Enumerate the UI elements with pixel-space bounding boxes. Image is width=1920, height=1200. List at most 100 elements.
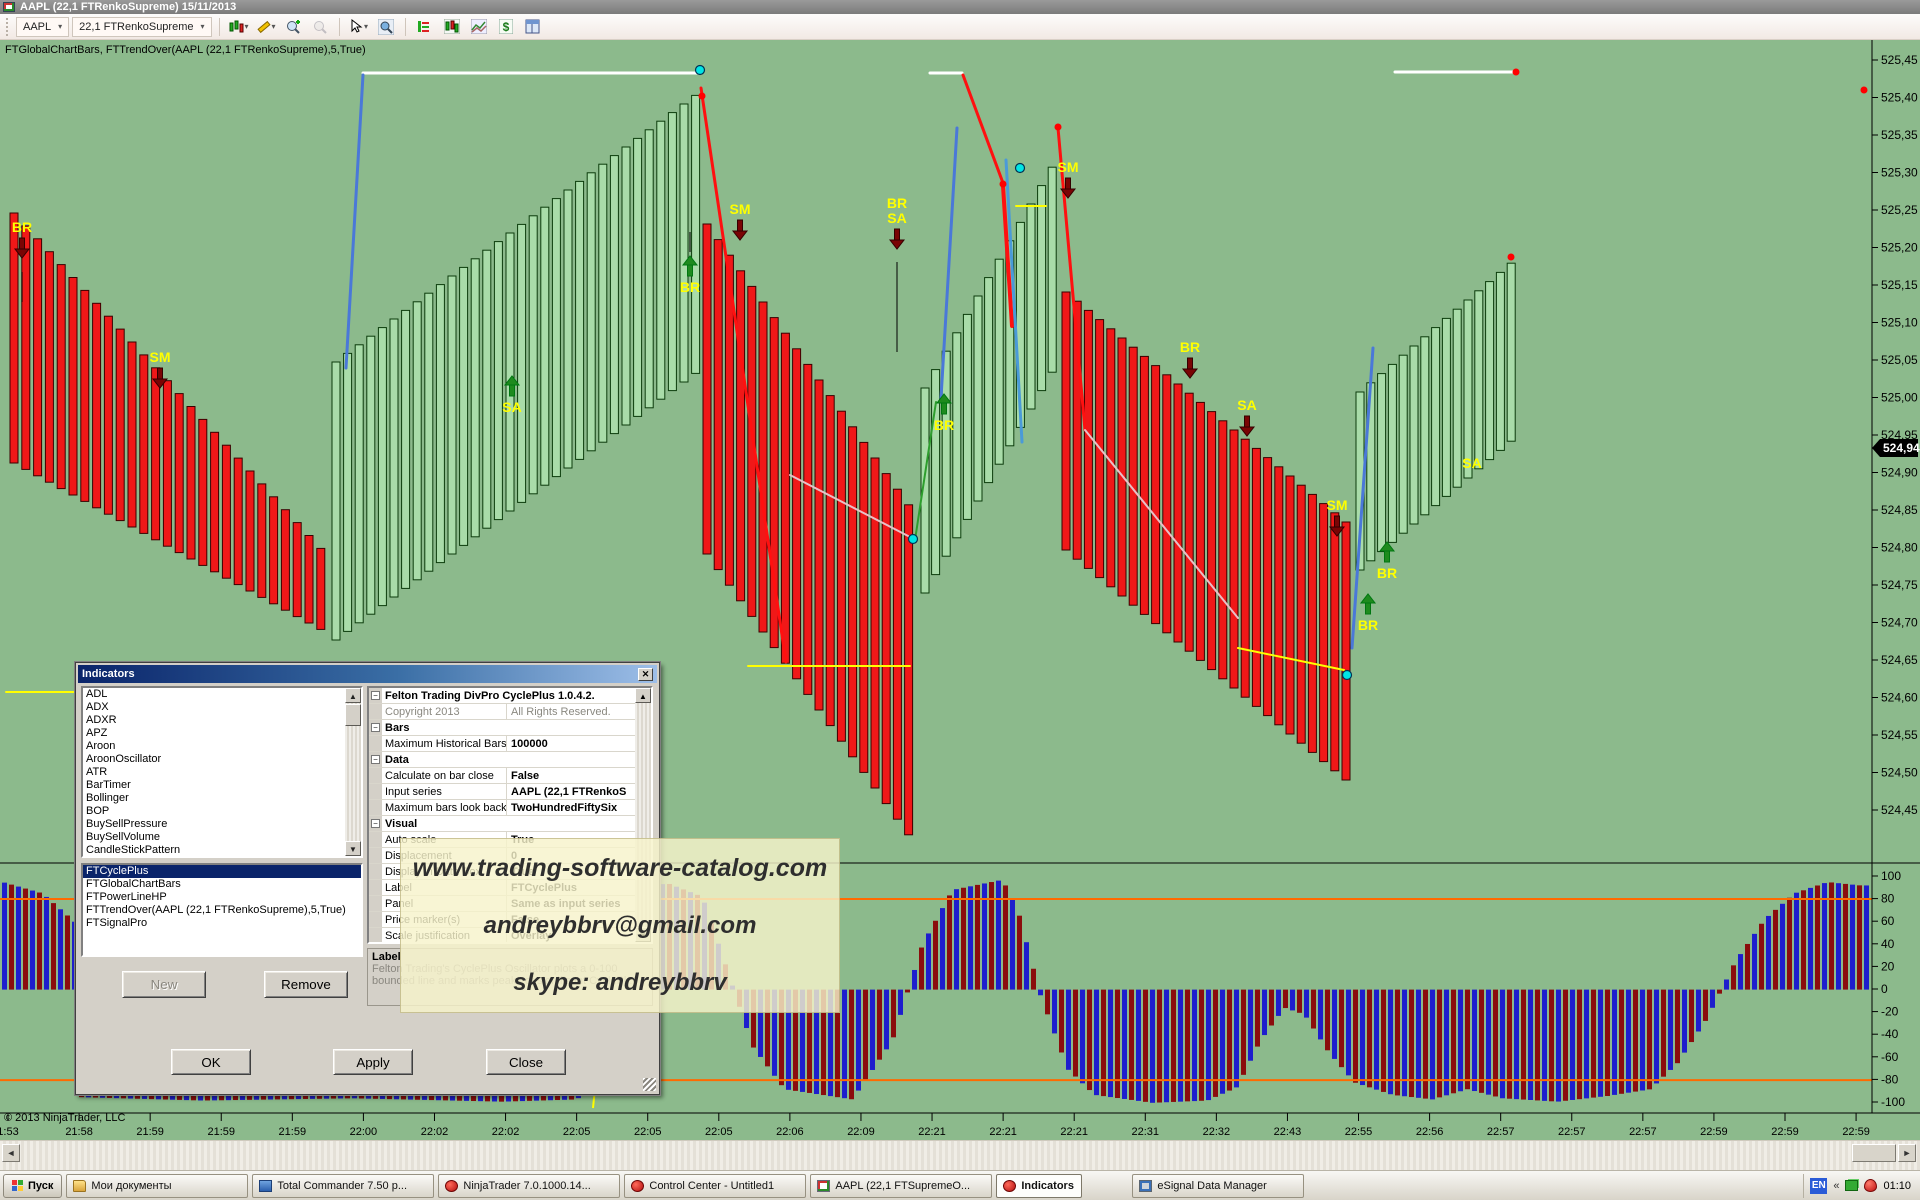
cursor-tool-button[interactable]: ▾ — [347, 16, 371, 38]
property-row[interactable]: Calculate on bar closeFalse — [369, 768, 651, 784]
tray-collapse-icon[interactable]: « — [1833, 1180, 1839, 1192]
list-item[interactable]: FTSignalPro — [83, 917, 361, 930]
property-value[interactable]: AAPL (22,1 FTRenkoS — [507, 784, 651, 799]
taskbar-item[interactable]: Indicators — [996, 1174, 1082, 1198]
taskbar-item[interactable]: Total Commander 7.50 p... — [252, 1174, 434, 1198]
list-item[interactable]: FTGlobalChartBars — [83, 878, 361, 891]
oscillator-bar — [30, 891, 35, 990]
oscillator-bar — [975, 885, 980, 990]
list-item[interactable]: ADL — [83, 688, 361, 701]
language-indicator[interactable]: EN — [1810, 1178, 1827, 1194]
ok-button[interactable]: OK — [171, 1049, 251, 1075]
list-item[interactable]: APZ — [83, 727, 361, 740]
oscillator-bar — [1269, 990, 1274, 1026]
list-item[interactable]: FTCyclePlus — [83, 865, 361, 878]
taskbar-item[interactable]: eSignal Data Manager — [1132, 1174, 1304, 1198]
network-icon[interactable] — [1845, 1180, 1858, 1191]
zoom-in-button[interactable] — [281, 16, 305, 38]
collapse-icon[interactable]: − — [371, 755, 380, 764]
chart-style-button[interactable]: ▾ — [227, 16, 251, 38]
renko-bar-up — [1507, 263, 1515, 441]
property-value[interactable]: TwoHundredFiftySix — [507, 800, 651, 815]
renko-bar-down — [1320, 504, 1328, 762]
clock: 01:10 — [1883, 1180, 1911, 1192]
scroll-up-icon[interactable]: ▲ — [345, 688, 361, 703]
scroll-up-icon[interactable]: ▲ — [635, 688, 651, 703]
property-value[interactable]: All Rights Reserved. — [507, 704, 651, 719]
list-scrollbar[interactable]: ▲ ▼ — [345, 688, 361, 856]
window-titlebar[interactable]: AAPL (22,1 FTRenkoSupreme) 15/11/2013 — [0, 0, 1920, 14]
draw-tool-button[interactable]: ▾ — [254, 16, 278, 38]
property-value[interactable]: 100000 — [507, 736, 651, 751]
resize-grip[interactable] — [643, 1078, 656, 1091]
property-row[interactable]: −Visual — [369, 816, 651, 832]
scroll-thumb[interactable] — [345, 704, 361, 726]
price-tick-label: 524,90 — [1881, 466, 1918, 480]
scroll-down-icon[interactable]: ▼ — [345, 841, 361, 856]
list-item[interactable]: BuySellPressure — [83, 818, 361, 831]
property-row[interactable]: Maximum bars look backTwoHundredFiftySix — [369, 800, 651, 816]
list-item[interactable]: Bollinger — [83, 792, 361, 805]
marker-label: BR — [1358, 617, 1378, 633]
start-button[interactable]: Пуск — [3, 1174, 62, 1198]
list-item[interactable]: BOP — [83, 805, 361, 818]
property-row[interactable]: −Felton Trading DivPro CyclePlus 1.0.4.2… — [369, 688, 651, 704]
list-item[interactable]: Aroon — [83, 740, 361, 753]
property-value[interactable]: False — [507, 768, 651, 783]
list-item[interactable]: ATR — [83, 766, 361, 779]
property-row[interactable]: Maximum Historical Bars100000 — [369, 736, 651, 752]
close-button[interactable]: Close — [486, 1049, 566, 1075]
magnifier-button[interactable] — [374, 16, 398, 38]
renko-bar-up — [1410, 346, 1418, 524]
scroll-right-icon[interactable]: ► — [1898, 1144, 1916, 1162]
interval-dropdown[interactable]: 22,1 FTRenkoSupreme ▾ — [72, 17, 211, 37]
list-item[interactable]: ADX — [83, 701, 361, 714]
list-item[interactable]: FTTrendOver(AAPL (22,1 FTRenkoSupreme),5… — [83, 904, 361, 917]
horizontal-scrollbar[interactable]: ◄ ► — [0, 1140, 1920, 1170]
close-icon[interactable]: ✕ — [638, 668, 653, 681]
renko-bar-down — [826, 396, 834, 726]
taskbar-item[interactable]: Control Center - Untitled1 — [624, 1174, 806, 1198]
property-row[interactable]: −Bars — [369, 720, 651, 736]
list-item[interactable]: BuySellVolume — [83, 831, 361, 844]
chart-trader-button[interactable] — [413, 16, 437, 38]
dialog-titlebar[interactable]: Indicators ✕ — [78, 665, 657, 683]
row-margin — [369, 736, 382, 751]
signal-dot-cyan — [909, 535, 918, 544]
shield-icon[interactable] — [1864, 1179, 1877, 1192]
list-item[interactable]: CandleStickPattern — [83, 844, 361, 857]
collapse-icon[interactable]: − — [371, 723, 380, 732]
taskbar-item[interactable]: NinjaTrader 7.0.1000.14... — [438, 1174, 620, 1198]
oscillator-bar — [940, 908, 945, 990]
list-item[interactable]: ADXR — [83, 714, 361, 727]
oscillator-bar — [1080, 990, 1085, 1084]
symbol-dropdown[interactable]: AAPL ▾ — [16, 17, 69, 37]
taskbar-item[interactable]: AAPL (22,1 FTSupremeO... — [810, 1174, 992, 1198]
selected-indicators-list[interactable]: FTCyclePlusFTGlobalChartBarsFTPowerLineH… — [81, 863, 363, 957]
list-item[interactable]: BarTimer — [83, 779, 361, 792]
property-row[interactable]: Input seriesAAPL (22,1 FTRenkoS — [369, 784, 651, 800]
remove-button[interactable]: Remove — [264, 971, 348, 998]
list-item[interactable]: FTPowerLineHP — [83, 891, 361, 904]
available-indicators-list[interactable]: ▲ ▼ ADLADXADXRAPZAroonAroonOscillatorATR… — [81, 686, 363, 858]
collapse-icon[interactable]: − — [371, 691, 380, 700]
property-row[interactable]: −Data — [369, 752, 651, 768]
candles-panel-button[interactable] — [440, 16, 464, 38]
line-chart-button[interactable] — [467, 16, 491, 38]
row-margin: − — [369, 816, 382, 831]
property-row[interactable]: Copyright 2013All Rights Reserved. — [369, 704, 651, 720]
list-item[interactable]: AroonOscillator — [83, 753, 361, 766]
renko-bar-down — [1286, 476, 1294, 734]
candles-panel-icon — [444, 19, 460, 34]
dollar-button[interactable]: $ — [494, 16, 518, 38]
time-tick-label: 22:59 — [1771, 1126, 1799, 1138]
taskbar-item[interactable]: Мои документы — [66, 1174, 248, 1198]
scroll-thumb[interactable] — [1852, 1144, 1896, 1162]
apply-button[interactable]: Apply — [333, 1049, 413, 1075]
toolbar-grip[interactable] — [6, 18, 9, 36]
scroll-left-icon[interactable]: ◄ — [2, 1144, 20, 1162]
renko-bar-down — [128, 342, 136, 527]
row-margin — [369, 848, 382, 863]
collapse-icon[interactable]: − — [371, 819, 380, 828]
data-grid-button[interactable] — [521, 16, 545, 38]
